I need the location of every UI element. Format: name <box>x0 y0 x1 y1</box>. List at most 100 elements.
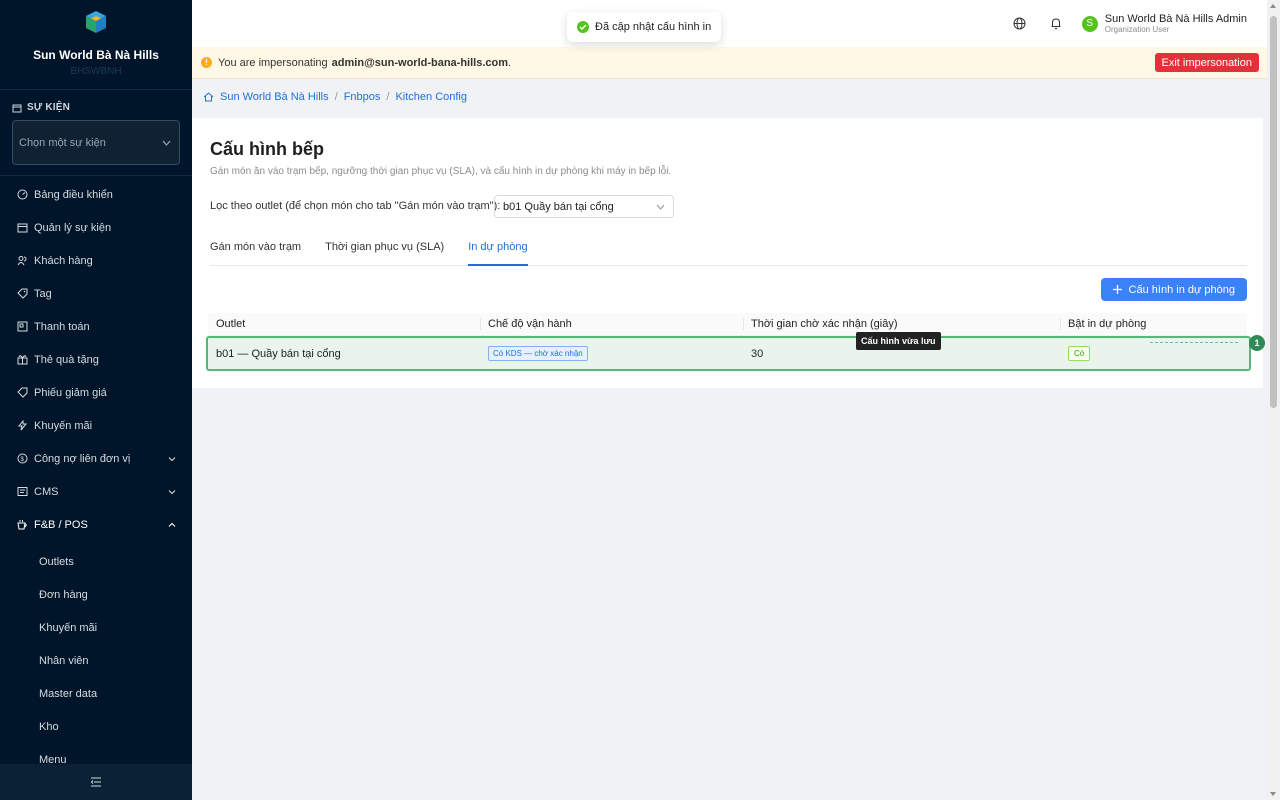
nav-item-fnb-pos[interactable]: F&B / POS <box>0 508 192 541</box>
sidebar: Sun World Bà Nà Hills BHSWBNH SỰ KIỆN Ch… <box>0 0 192 800</box>
nav-item-label: Thanh toán <box>34 320 90 333</box>
success-toast: Đã cập nhật cấu hình in <box>567 12 722 42</box>
breadcrumb: Sun World Bà Nà Hills / Fnbpos / Kitchen… <box>203 91 467 103</box>
toast-message: Đã cập nhật cấu hình in <box>595 21 712 33</box>
table-row[interactable]: b01 — Quầy bán tại cổng Có KDS — chờ xác… <box>206 336 1251 371</box>
scroll-up-icon[interactable] <box>1270 4 1276 8</box>
add-button-label: Cấu hình in dự phòng <box>1128 283 1235 296</box>
nav-sub-orders[interactable]: Đơn hàng <box>0 578 192 611</box>
chevron-down-icon <box>656 204 665 210</box>
nav-menu: Bảng điều khiển Quản lý sự kiện Khách hà… <box>0 178 192 776</box>
users-icon <box>16 255 28 267</box>
cell-mode: Có KDS — chờ xác nhận <box>480 346 743 361</box>
breadcrumb-current[interactable]: Kitchen Config <box>395 91 467 103</box>
page-scrollbar[interactable] <box>1267 0 1280 800</box>
bell-icon <box>1051 18 1061 30</box>
user-menu[interactable]: S Sun World Bà Nà Hills Admin Organizati… <box>1074 13 1267 34</box>
coffee-icon <box>16 519 28 531</box>
chevron-down-icon <box>162 140 171 146</box>
exit-impersonation-button[interactable]: Exit impersonation <box>1154 53 1259 72</box>
check-circle-icon <box>577 21 589 33</box>
debt-icon: $ <box>16 453 28 465</box>
nav-item-label: CMS <box>34 485 59 498</box>
nav-item-label: Phiếu giảm giá <box>34 386 107 399</box>
event-select[interactable]: Chọn một sự kiện <box>12 120 180 165</box>
top-bar: S Sun World Bà Nà Hills Admin Organizati… <box>192 0 1267 47</box>
event-select-placeholder: Chọn một sự kiện <box>19 136 106 149</box>
brand-sub: BHSWBNH <box>70 66 122 77</box>
nav-item-payment[interactable]: Thanh toán <box>0 310 192 343</box>
brand-name: Sun World Bà Nà Hills <box>33 48 159 62</box>
column-enabled: Bật in dự phòng <box>1060 313 1247 335</box>
nav-item-label: Khuyến mãi <box>34 419 93 432</box>
breadcrumb-home[interactable]: Sun World Bà Nà Hills <box>220 91 329 103</box>
nav-item-tag[interactable]: Tag <box>0 277 192 310</box>
nav-item-events[interactable]: Quản lý sự kiện <box>0 211 192 244</box>
outlet-filter-select[interactable]: b01 Quầy bán tại cổng <box>494 195 674 218</box>
nav-item-label: Thẻ quà tặng <box>34 353 99 366</box>
outlet-filter-label: Lọc theo outlet (để chọn món cho tab "Gá… <box>210 200 501 212</box>
scroll-thumb[interactable] <box>1270 16 1277 408</box>
notification-button[interactable] <box>1038 17 1074 30</box>
impersonation-email: admin@sun-world-bana-hills.com <box>331 56 509 69</box>
nav-sub-staff[interactable]: Nhân viên <box>0 644 192 677</box>
top-actions: S Sun World Bà Nà Hills Admin Organizati… <box>1002 0 1267 47</box>
user-role: Organization User <box>1104 25 1170 34</box>
table-header: Outlet Chế độ vận hành Thời gian chờ xác… <box>208 313 1247 336</box>
nav-item-label: Khách hàng <box>34 254 93 267</box>
event-section: SỰ KIỆN Chọn một sự kiện <box>0 90 192 165</box>
language-button[interactable] <box>1002 17 1038 30</box>
nav-item-promotion[interactable]: Khuyến mãi <box>0 409 192 442</box>
nav-item-debt[interactable]: $ Công nợ liên đơn vị <box>0 442 192 475</box>
add-fallback-print-config-button[interactable]: Cấu hình in dự phòng <box>1100 278 1247 301</box>
nav-item-dashboard[interactable]: Bảng điều khiển <box>0 178 192 211</box>
event-heading-label: SỰ KIỆN <box>27 102 71 113</box>
scroll-down-icon[interactable] <box>1270 792 1276 796</box>
column-mode: Chế độ vận hành <box>480 313 743 335</box>
chevron-up-icon <box>168 522 176 527</box>
kitchen-config-card: Cấu hình bếp Gán món ăn vào trạm bếp, ng… <box>192 118 1265 388</box>
nav-sub-warehouse[interactable]: Kho <box>0 710 192 743</box>
nav-item-label: Tag <box>34 287 52 300</box>
outlet-filter-value: b01 Quầy bán tại cổng <box>503 200 614 213</box>
nav-sub-outlets[interactable]: Outlets <box>0 545 192 578</box>
fallback-print-table: Outlet Chế độ vận hành Thời gian chờ xác… <box>206 313 1251 371</box>
saved-tooltip: Cấu hình vừa lưu <box>856 332 941 350</box>
nav-item-cms[interactable]: CMS <box>0 475 192 508</box>
nav-item-label: F&B / POS <box>34 518 88 531</box>
nav-item-gift-card[interactable]: Thẻ quà tặng <box>0 343 192 376</box>
nav-sub-master-data[interactable]: Master data <box>0 677 192 710</box>
tab-station-assignment[interactable]: Gán món vào trạm <box>210 230 301 265</box>
annotation-badge: 1 <box>1249 335 1265 351</box>
svg-text:$: $ <box>20 457 24 463</box>
cell-outlet: b01 — Quầy bán tại cổng <box>216 347 341 360</box>
home-icon <box>203 92 214 102</box>
annotation-connector <box>1150 342 1238 343</box>
plus-icon <box>1112 285 1122 294</box>
calendar-icon <box>12 104 22 112</box>
breadcrumb-separator: / <box>334 91 338 103</box>
enabled-tag: Có <box>1068 346 1091 361</box>
nav-item-coupon[interactable]: Phiếu giảm giá <box>0 376 192 409</box>
promotion-icon <box>16 420 28 432</box>
chevron-down-icon <box>168 489 176 494</box>
impersonation-banner: ! You are impersonating admin@sun-world-… <box>192 47 1267 79</box>
impersonation-prefix: You are impersonating <box>218 56 328 69</box>
breadcrumb-section[interactable]: Fnbpos <box>344 91 381 103</box>
tab-sla[interactable]: Thời gian phục vụ (SLA) <box>325 230 444 265</box>
tab-fallback-printing[interactable]: In dự phòng <box>468 230 528 266</box>
globe-icon <box>1013 17 1026 30</box>
nav-item-label: Bảng điều khiển <box>34 188 113 201</box>
tabs: Gán món vào trạm Thời gian phục vụ (SLA)… <box>210 230 1247 266</box>
menu-fold-icon <box>90 777 101 787</box>
cms-icon <box>16 486 28 498</box>
avatar: S <box>1081 15 1098 32</box>
nav-sub-promotions[interactable]: Khuyến mãi <box>0 611 192 644</box>
payment-icon <box>16 321 28 333</box>
nav-item-label: Công nợ liên đơn vị <box>34 452 131 465</box>
page-title: Cấu hình bếp <box>210 139 324 159</box>
event-heading: SỰ KIỆN <box>12 102 180 113</box>
sidebar-collapse-button[interactable] <box>0 764 192 800</box>
nav-item-customers[interactable]: Khách hàng <box>0 244 192 277</box>
calendar-icon <box>16 222 28 234</box>
